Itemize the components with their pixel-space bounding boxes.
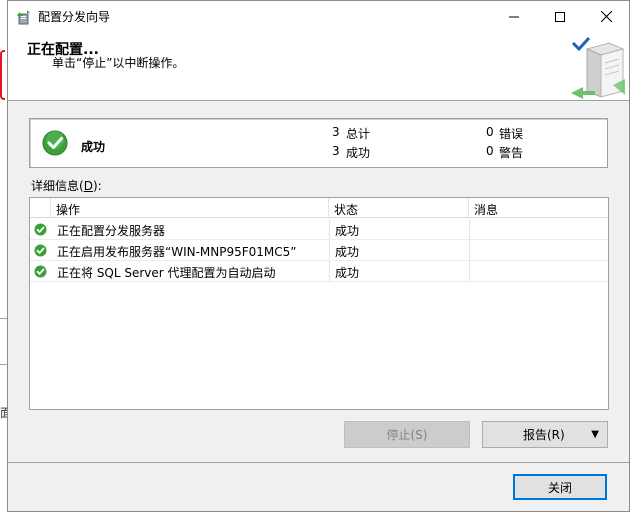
row-status: 成功 <box>335 266 360 280</box>
grid-icon-column <box>30 198 51 217</box>
table-row[interactable]: 正在配置分发服务器 成功 <box>30 219 608 240</box>
warning-label: 警告 <box>499 146 524 160</box>
overall-status-label: 成功 <box>81 140 106 154</box>
report-button[interactable]: 报告(R) ▼ <box>482 421 608 448</box>
column-header-action: 操作 <box>56 203 81 217</box>
grid-header: 操作 状态 消息 <box>30 198 608 218</box>
success-check-icon <box>34 244 47 257</box>
row-status: 成功 <box>335 224 360 238</box>
background-focus-highlight <box>0 50 5 100</box>
warning-count: 0 <box>486 144 494 158</box>
grid-column-status[interactable]: 状态 <box>329 198 469 217</box>
grid-column-message[interactable]: 消息 <box>469 198 608 217</box>
success-label: 成功 <box>346 146 371 160</box>
column-header-message: 消息 <box>474 203 499 217</box>
maximize-button[interactable] <box>537 1 583 32</box>
footer-divider <box>8 462 629 463</box>
success-count: 3 <box>332 144 340 158</box>
table-row[interactable]: 正在启用发布服务器“WIN-MNP95F01MC5” 成功 <box>30 240 608 261</box>
grid-column-action[interactable]: 操作 <box>51 198 329 217</box>
wizard-app-icon <box>16 9 32 25</box>
success-check-icon <box>34 223 47 236</box>
table-row[interactable]: 正在将 SQL Server 代理配置为自动启动 成功 <box>30 261 608 282</box>
error-count: 0 <box>486 125 494 139</box>
configure-distribution-wizard-dialog: 配置分发向导 正在配置... 单击“停止”以中断操作。 成功 3 总计 3 成功… <box>7 0 630 512</box>
close-window-button[interactable] <box>583 1 629 32</box>
title-bar[interactable]: 配置分发向导 <box>8 1 629 32</box>
row-action: 正在启用发布服务器“WIN-MNP95F01MC5” <box>57 245 297 259</box>
report-button-label: 报告(R) <box>523 428 565 442</box>
server-icon <box>569 35 627 99</box>
stop-button[interactable]: 停止(S) <box>344 421 470 448</box>
success-icon <box>42 130 68 156</box>
success-check-icon <box>34 265 47 278</box>
page-subtitle: 单击“停止”以中断操作。 <box>52 56 185 70</box>
total-count: 3 <box>332 125 340 139</box>
window-title: 配置分发向导 <box>38 10 111 24</box>
total-label: 总计 <box>346 127 371 141</box>
column-header-status: 状态 <box>334 203 359 217</box>
close-button[interactable]: 关闭 <box>513 474 607 500</box>
row-status: 成功 <box>335 245 360 259</box>
dropdown-arrow-icon[interactable]: ▼ <box>591 429 599 440</box>
details-label: 详细信息(D): <box>31 179 102 193</box>
minimize-button[interactable] <box>491 1 537 32</box>
error-label: 错误 <box>499 127 524 141</box>
details-grid[interactable]: 操作 状态 消息 正在配置分发服务器 成功 正在启用发布服务器“WIN-MNP9… <box>29 197 609 410</box>
wizard-header: 正在配置... 单击“停止”以中断操作。 <box>8 32 629 101</box>
row-action: 正在将 SQL Server 代理配置为自动启动 <box>57 266 276 280</box>
row-action: 正在配置分发服务器 <box>57 224 166 238</box>
status-summary-panel: 成功 3 总计 3 成功 0 错误 0 警告 <box>29 118 608 168</box>
